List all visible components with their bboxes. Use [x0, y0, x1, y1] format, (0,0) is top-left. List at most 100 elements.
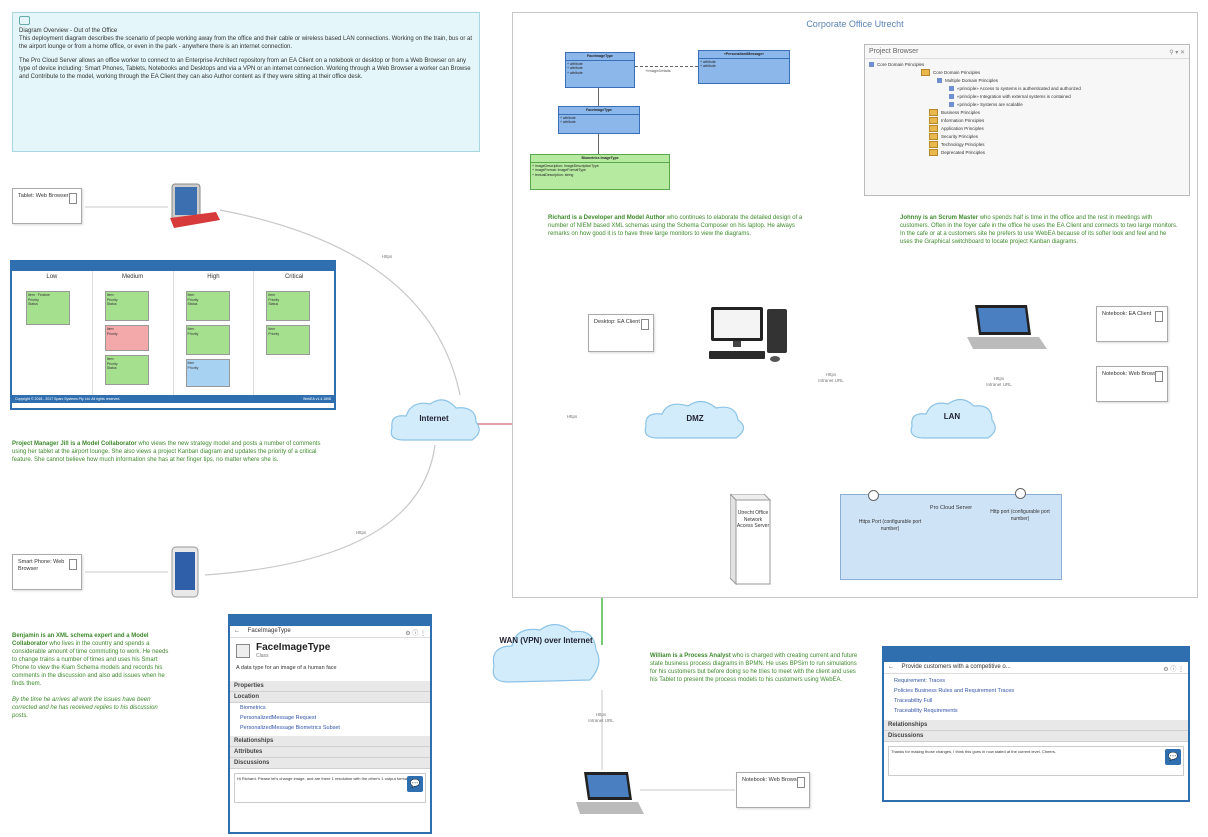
story-jill: Project Manager Jill is a Model Collabor… — [12, 440, 334, 464]
cloud-wan[interactable]: WAN (VPN) over Internet — [498, 636, 594, 676]
section-relationships[interactable]: Relationships — [230, 736, 430, 747]
cloud-lan[interactable]: LAN — [908, 412, 996, 432]
send-button[interactable]: 💬 — [407, 776, 423, 792]
folder-icon — [929, 117, 938, 125]
node-tablet-web-browser[interactable]: Tablet: Web Browser — [12, 188, 82, 224]
window-header — [884, 648, 1188, 662]
schema-class-4[interactable]: Biometrics ImageType + imageDescription:… — [530, 154, 670, 190]
connector-label-dmz: Https — [566, 414, 578, 419]
kanban-card[interactable]: Item Priority — [104, 325, 149, 351]
laptop-icon-wan — [576, 772, 644, 814]
face-comment-box[interactable]: Hi Richard. Please let's change image, a… — [234, 773, 426, 803]
pb-item-4[interactable]: «principle» Systems are scalable — [869, 101, 1185, 109]
provide-section-discussions[interactable]: Discussions — [884, 731, 1188, 742]
node-firewall[interactable]: Utrecht Office Network Access Server — [736, 510, 770, 530]
provide-link-1[interactable]: Requirement: Traces — [884, 676, 1188, 686]
schema-class-1-name: FaceImageType — [566, 53, 634, 61]
kanban-card[interactable]: Item Priority Status — [104, 355, 149, 385]
pb-item-2[interactable]: «principle» Access to systems is authent… — [869, 85, 1185, 93]
provide-link-3[interactable]: Traceability Full — [884, 696, 1188, 706]
node-notebook-ea-client[interactable]: Notebook: EA Client — [1096, 306, 1168, 342]
window-nav-bar[interactable]: ← FaceImageType ⚙ ⓘ ⋮ — [230, 626, 430, 638]
pcs-port-1-circle[interactable] — [868, 490, 879, 501]
kanban-column-high[interactable]: High Item Priority Status Item Priority Ite… — [174, 271, 255, 395]
provide-customers-window[interactable]: ← Provide customers with a competitive o… — [882, 646, 1190, 802]
pb-item-0[interactable]: Core Domain Principles — [869, 69, 1185, 77]
node-smartphone-web-browser[interactable]: Smart Phone: Web Browser — [12, 554, 82, 590]
component-icon — [797, 777, 805, 788]
firewall-box-shape — [730, 494, 772, 586]
face-subtitle: Class — [256, 653, 269, 659]
kanban-column-critical[interactable]: Critical Item Priority Status Item Priority — [254, 271, 334, 395]
window-nav-bar[interactable]: ← Provide customers with a competitive o… — [884, 662, 1188, 674]
schema-diagram-thumbnail[interactable]: FaceImageType + attribute + attribute + at… — [520, 40, 850, 195]
folder-icon — [929, 125, 938, 133]
schema-gen-line-2 — [598, 134, 599, 154]
component-icon — [1155, 311, 1163, 322]
provide-section-relationships[interactable]: Relationships — [884, 720, 1188, 731]
kanban-card[interactable]: Item Priority Status — [104, 291, 149, 321]
section-properties[interactable]: Properties — [230, 681, 430, 692]
kanban-card[interactable]: Item Priority — [266, 325, 311, 355]
kanban-footer: Copyright © 2018 - 2017 Sparx Systems Pt… — [12, 395, 334, 403]
kanban-header — [12, 262, 334, 271]
desktop-computer-icon — [709, 307, 787, 362]
cloud-internet[interactable]: Internet — [388, 414, 480, 434]
section-discussions[interactable]: Discussions — [230, 758, 430, 769]
kanban-card[interactable]: Item Priority Status — [266, 291, 311, 321]
nav-actions-icons[interactable]: ⚙ ⓘ ⋮ — [405, 628, 426, 637]
pb-item-5[interactable]: Business Principles — [869, 109, 1185, 117]
kanban-card[interactable]: Item Priority Status — [185, 291, 230, 321]
kanban-card[interactable]: Item Priority — [185, 325, 230, 355]
node-desktop-ea-client[interactable]: Desktop: EA Client — [588, 314, 654, 352]
project-browser-controls[interactable]: ⚲ ▾ ✕ — [1169, 49, 1185, 56]
kanban-column-medium[interactable]: Medium Item Priority Status Item Priority I… — [93, 271, 174, 395]
node-pro-cloud-server[interactable]: Pro Cloud Server Https Port (configurabl… — [840, 494, 1062, 580]
laptop-icon-office — [967, 305, 1047, 349]
back-arrow-icon[interactable]: ← — [234, 628, 240, 634]
location-link-2[interactable]: PersonalizedMessage Request — [230, 713, 430, 723]
kanban-card[interactable]: Item Priority — [185, 359, 230, 387]
pb-root-row[interactable]: Core Domain Principles — [869, 61, 1185, 69]
kanban-card[interactable]: Item · Feature Priority Status — [26, 291, 70, 325]
schema-class-1[interactable]: FaceImageType + attribute + attribute + at… — [565, 52, 635, 88]
project-browser-panel[interactable]: Project Browser ⚲ ▾ ✕ Core Domain Princi… — [864, 44, 1190, 196]
project-browser-title: Project Browser — [865, 45, 1189, 59]
provide-link-4[interactable]: Traceability Requirements — [884, 706, 1188, 716]
kanban-board-window[interactable]: Low Item · Feature Priority Status Medium … — [10, 260, 336, 410]
node-notebook-web-browser[interactable]: Notebook: Web Browser — [1096, 366, 1168, 402]
pb-item-1[interactable]: Multiple Domain Principles — [869, 77, 1185, 85]
cloud-dmz[interactable]: DMZ — [640, 414, 750, 434]
schema-class-2[interactable]: «PersonalizedMessage» + attribute + attri… — [698, 50, 790, 84]
back-arrow-icon[interactable]: ← — [888, 664, 894, 670]
kanban-column-low[interactable]: Low Item · Feature Priority Status — [12, 271, 93, 395]
schema-class-3[interactable]: FaceImageType + attribute + attribute — [558, 106, 640, 134]
section-attributes[interactable]: Attributes — [230, 747, 430, 758]
section-location[interactable]: Location — [230, 692, 430, 703]
face-image-type-window[interactable]: ← FaceImageType ⚙ ⓘ ⋮ FaceImageType Clas… — [228, 614, 432, 834]
pcs-port-2-circle[interactable] — [1015, 488, 1026, 499]
connector-label-wan: Https Intranet URL — [588, 712, 614, 723]
pb-item-3[interactable]: «principle» Integration with external sy… — [869, 93, 1185, 101]
connector-label-notebook: Https Intranet URL — [986, 376, 1012, 387]
schema-class-2-name: «PersonalizedMessage» — [699, 51, 789, 59]
provide-comment-box[interactable]: Thanks for making those changes, I think… — [888, 746, 1184, 776]
schema-assoc-line — [635, 66, 698, 67]
location-link-3[interactable]: PersonalizedMessage Biometrics Subset — [230, 723, 430, 733]
cloud-wan-label: WAN (VPN) over Internet — [499, 636, 593, 645]
provide-comment-text: Thanks for making those changes, I think… — [891, 749, 1056, 754]
story-benjamin-text: who lives in the country and spends a co… — [12, 641, 169, 687]
node-notebook-web-browser-wan[interactable]: Notebook: Web Browser — [736, 772, 810, 808]
nav-actions-icons[interactable]: ⚙ ⓘ ⋮ — [1163, 664, 1184, 673]
element-icon — [949, 86, 954, 92]
pb-item-9[interactable]: Technology Principles — [869, 141, 1185, 149]
location-link-1[interactable]: Biometrics — [230, 703, 430, 713]
pb-item-7[interactable]: Application Principles — [869, 125, 1185, 133]
component-icon — [69, 559, 77, 570]
pb-item-6[interactable]: Information Principles — [869, 117, 1185, 125]
provide-link-2[interactable]: Policies Business Rules and Requirement … — [884, 686, 1188, 696]
pb-item-8[interactable]: Security Principles — [869, 133, 1185, 141]
provide-nav-title: Provide customers with a competitive o..… — [901, 664, 1011, 670]
send-button[interactable]: 💬 — [1165, 749, 1181, 765]
pb-item-10[interactable]: Deprecated Principles — [869, 149, 1185, 157]
